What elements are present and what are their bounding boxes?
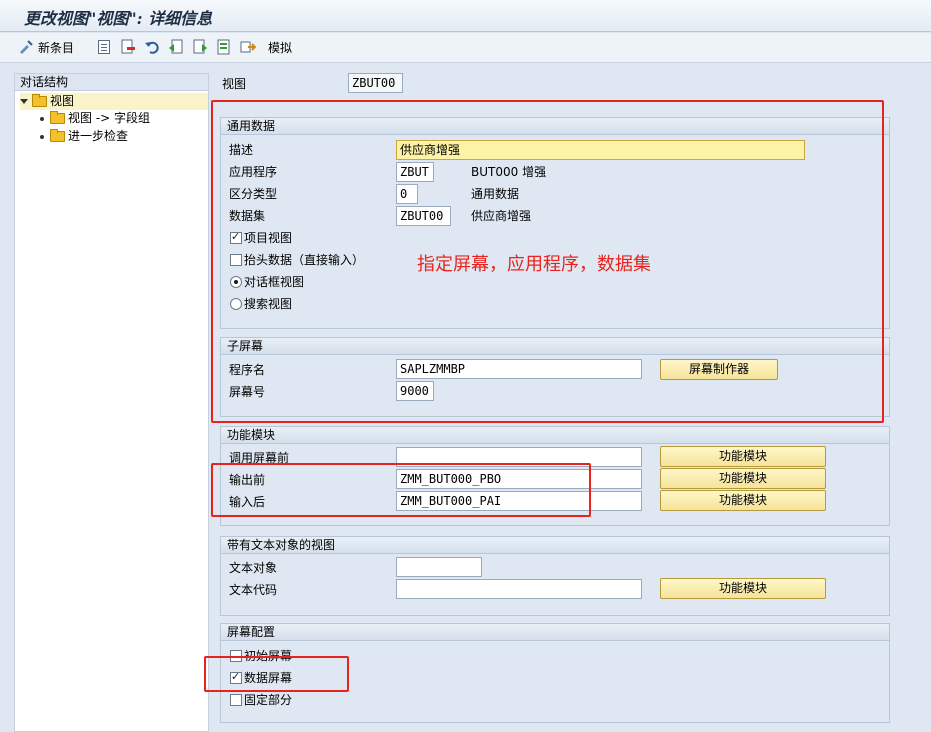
tree-item-label: 视图 <box>50 94 75 108</box>
undo-icon <box>144 39 160 55</box>
export-button[interactable] <box>216 38 232 56</box>
next-entry-button[interactable] <box>192 38 208 56</box>
dialog-structure-header: 对话结构 <box>15 74 208 91</box>
tree-item-view-fieldgroups[interactable]: 视图 -> 字段组 <box>40 110 150 127</box>
simulate-button[interactable]: 模拟 <box>240 38 292 56</box>
folder-open-icon <box>32 94 47 107</box>
previous-entry-button[interactable] <box>168 38 184 56</box>
copy-icon <box>98 40 110 54</box>
annotation-box-data-screen <box>204 656 349 692</box>
function-module-button[interactable]: 功能模块 <box>660 490 826 511</box>
text-object-view-group: 带有文本对象的视图 <box>220 536 890 616</box>
simulate-icon <box>240 39 257 55</box>
fixed-part-label: 固定部分 <box>244 693 293 707</box>
application-toolbar: 新条目 模拟 <box>0 33 931 63</box>
annotation-box-function-modules <box>211 463 591 517</box>
next-entry-icon <box>192 39 208 55</box>
bullet-icon <box>40 134 44 139</box>
view-field: ZBUT00 <box>348 73 403 93</box>
folder-icon <box>50 129 65 142</box>
title-bar: 更改视图"视图": 详细信息 <box>0 0 931 32</box>
previous-entry-icon <box>168 39 184 55</box>
new-entries-label: 新条目 <box>38 40 75 55</box>
fixed-part-checkbox[interactable] <box>230 694 242 706</box>
tree-item-view[interactable]: 视图 <box>20 93 208 110</box>
delete-button[interactable] <box>120 38 136 56</box>
group-title: 带有文本对象的视图 <box>221 537 889 554</box>
bullet-icon <box>40 116 44 121</box>
new-entries-icon <box>18 39 34 55</box>
tree-item-label: 进一步检查 <box>68 129 129 143</box>
text-code-input[interactable] <box>396 579 642 599</box>
function-module-button[interactable]: 功能模块 <box>660 446 826 467</box>
undo-button[interactable] <box>144 38 160 56</box>
function-module-button[interactable]: 功能模块 <box>660 468 826 489</box>
group-title: 屏幕配置 <box>221 624 889 641</box>
folder-icon <box>50 111 65 124</box>
group-title: 功能模块 <box>221 427 889 444</box>
text-code-label: 文本代码 <box>229 583 278 597</box>
text-object-label: 文本对象 <box>229 561 278 575</box>
window-title: 更改视图"视图": 详细信息 <box>24 9 213 28</box>
expand-arrow-icon[interactable] <box>20 99 28 104</box>
tree-item-further-checks[interactable]: 进一步检查 <box>40 128 128 145</box>
text-object-input[interactable] <box>396 557 482 577</box>
simulate-label: 模拟 <box>268 40 293 55</box>
export-icon <box>216 39 232 55</box>
tree-item-label: 视图 -> 字段组 <box>68 111 151 125</box>
annotation-box-general <box>211 100 884 423</box>
new-entries-button[interactable]: 新条目 <box>18 38 74 56</box>
function-module-button[interactable]: 功能模块 <box>660 578 826 599</box>
delete-icon <box>120 39 136 55</box>
dialog-structure-panel: 对话结构 视图 视图 -> 字段组 进一步检查 <box>14 73 209 732</box>
copy-as-button[interactable] <box>96 38 112 56</box>
view-label: 视图 <box>222 77 247 91</box>
